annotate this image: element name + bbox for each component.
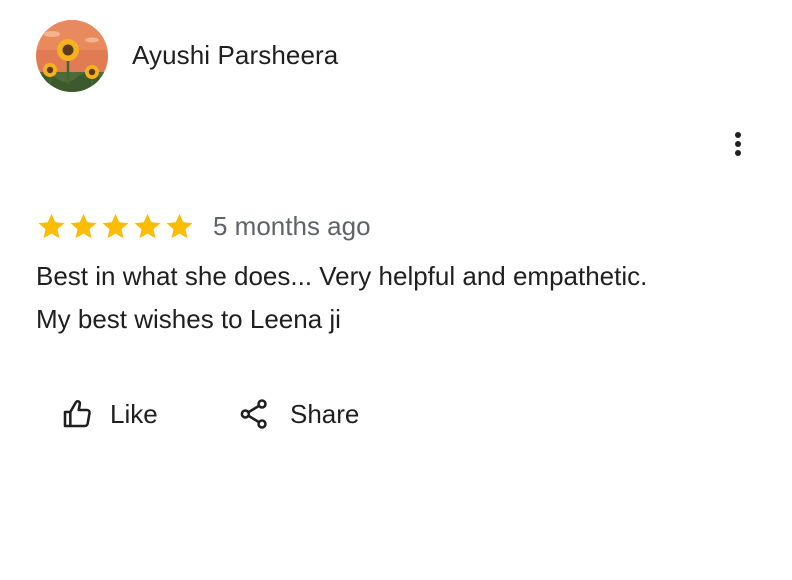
share-icon <box>240 399 267 429</box>
share-button[interactable]: Share <box>238 392 359 436</box>
sunflower-avatar-icon <box>36 20 108 92</box>
star-icon <box>100 211 131 242</box>
more-vert-icon <box>735 132 741 156</box>
share-label: Share <box>290 398 360 429</box>
review-text-line: Best in what she does... Very helpful an… <box>36 261 648 291</box>
review-text: Best in what she does... Very helpful an… <box>36 255 756 341</box>
like-button[interactable]: Like <box>60 392 158 436</box>
review-text-line: My best wishes to Leena ji <box>36 304 341 334</box>
star-icon <box>132 211 163 242</box>
star-icon <box>164 211 195 242</box>
rating-row: 5 months ago <box>36 208 371 244</box>
thumbs-up-icon <box>63 399 91 428</box>
star-icon <box>36 211 67 242</box>
star-rating <box>36 211 195 242</box>
more-options-button[interactable] <box>722 128 754 160</box>
star-icon <box>68 211 99 242</box>
like-label: Like <box>110 398 158 429</box>
review-date: 5 months ago <box>213 210 371 241</box>
reviewer-name[interactable]: Ayushi Parsheera <box>132 40 338 71</box>
avatar[interactable] <box>36 20 108 92</box>
